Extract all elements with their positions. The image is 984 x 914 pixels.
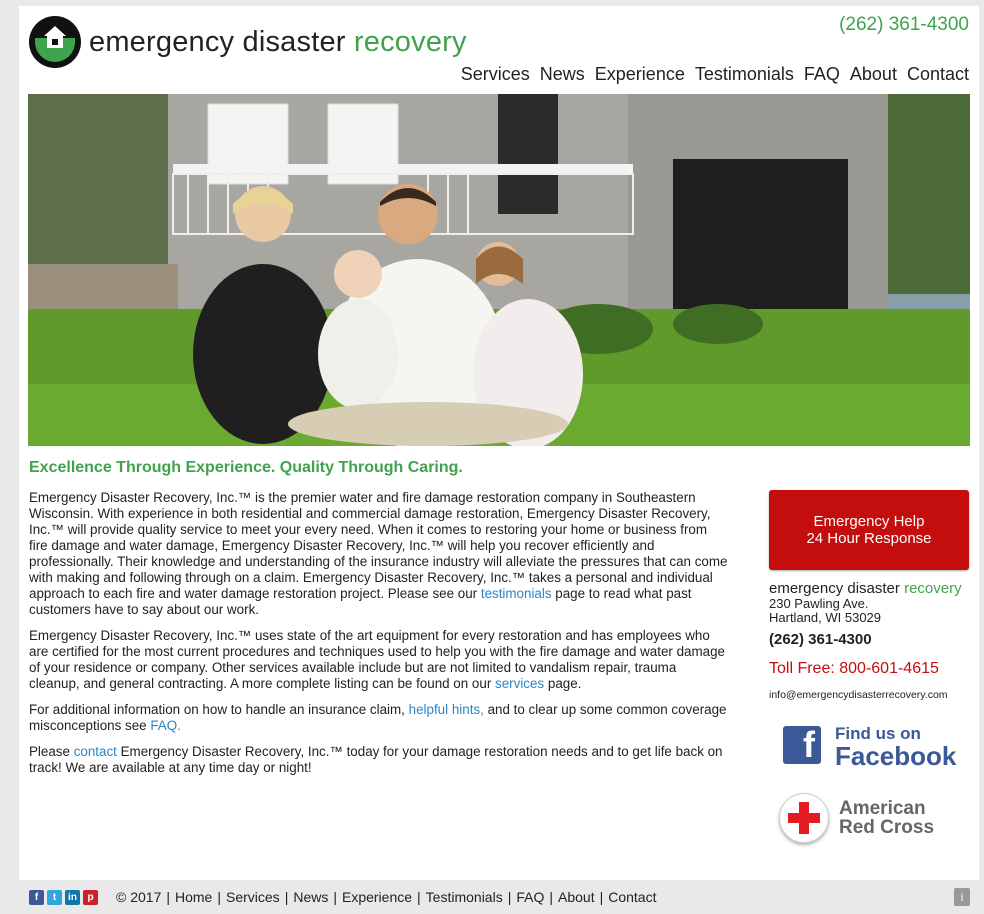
main-nav: Services News Experience Testimonials FA… <box>461 64 969 85</box>
paragraph-insurance: For additional information on how to han… <box>29 702 729 734</box>
footer: f t in p © 2017 | Home | Services | News | Exper… <box>0 880 984 914</box>
testimonials-link[interactable]: testimonials <box>481 586 552 601</box>
header-phone[interactable]: (262) 361-4300 <box>839 14 969 36</box>
footer-link-faq[interactable]: FAQ <box>516 889 544 905</box>
red-cross-badge[interactable]: American Red Cross <box>779 793 969 843</box>
facebook-icon: f <box>783 726 821 764</box>
nav-faq[interactable]: FAQ <box>804 64 840 85</box>
nav-experience[interactable]: Experience <box>595 64 685 85</box>
sidebar-logo-primary: emergency disaster <box>769 580 900 597</box>
logo-text-accent: recovery <box>353 25 467 58</box>
nav-about[interactable]: About <box>850 64 897 85</box>
footer-link-testimonials[interactable]: Testimonials <box>426 889 503 905</box>
corner-badge-icon[interactable]: i <box>954 888 970 906</box>
red-cross-icon <box>779 793 829 843</box>
hero-family-photo <box>28 94 970 446</box>
sidebar: Emergency Help 24 Hour Response emergenc… <box>769 490 969 843</box>
footer-link-contact[interactable]: Contact <box>608 889 656 905</box>
paragraph-equipment-text: Emergency Disaster Recovery, Inc.™ uses … <box>29 628 725 691</box>
paragraph-contact-text: Please <box>29 744 70 759</box>
toll-free-phone[interactable]: Toll Free: 800-601-4615 <box>769 660 969 678</box>
paragraph-insurance-text: For additional information on how to han… <box>29 702 405 717</box>
services-link[interactable]: services <box>495 676 544 691</box>
facebook-text: Find us on Facebook <box>835 723 957 771</box>
nav-services[interactable]: Services <box>461 64 530 85</box>
address-line-2: Hartland, WI 53029 <box>769 610 882 625</box>
emergency-help-line1: Emergency Help <box>813 513 925 530</box>
red-cross-text-line2: Red Cross <box>839 817 935 838</box>
sidebar-phone[interactable]: (262) 361-4300 <box>769 631 969 648</box>
social-icons: f t in p <box>29 890 98 905</box>
main-content: Emergency Disaster Recovery, Inc.™ is th… <box>29 490 729 786</box>
pinterest-icon[interactable]: p <box>83 890 98 905</box>
footer-links: © 2017 | Home | Services | News | Experience | Tes… <box>116 889 657 905</box>
paragraph-contact: Please contact Emergency Disaster Recove… <box>29 744 729 776</box>
logo-text: emergency disaster recovery <box>89 25 467 58</box>
copyright: © 2017 <box>116 889 162 905</box>
footer-link-home[interactable]: Home <box>175 889 212 905</box>
logo-text-primary: emergency disaster <box>89 25 346 58</box>
footer-link-about[interactable]: About <box>558 889 595 905</box>
facebook-text-line2: Facebook <box>835 741 957 771</box>
paragraph-intro-text: Emergency Disaster Recovery, Inc.™ is th… <box>29 490 728 601</box>
page-container: emergency disaster recovery (262) 361-43… <box>19 6 979 880</box>
contact-link[interactable]: contact <box>74 744 117 759</box>
address-line-1: 230 Pawling Ave. <box>769 596 869 611</box>
paragraph-equipment: Emergency Disaster Recovery, Inc.™ uses … <box>29 628 729 692</box>
nav-testimonials[interactable]: Testimonials <box>695 64 794 85</box>
facebook-small-icon[interactable]: f <box>29 890 44 905</box>
paragraph-equipment-end: page. <box>547 676 582 691</box>
site-logo[interactable]: emergency disaster recovery <box>29 16 467 68</box>
faq-link[interactable]: FAQ. <box>150 718 181 733</box>
red-cross-text: American Red Cross <box>839 799 934 837</box>
tagline: Excellence Through Experience. Quality T… <box>29 459 463 476</box>
house-logo-icon <box>29 16 81 68</box>
paragraph-intro: Emergency Disaster Recovery, Inc.™ is th… <box>29 490 729 618</box>
sidebar-logo-accent: recovery <box>904 580 962 597</box>
red-cross-text-line1: American <box>839 798 926 819</box>
emergency-help-button[interactable]: Emergency Help 24 Hour Response <box>769 490 969 570</box>
footer-link-experience[interactable]: Experience <box>342 889 412 905</box>
emergency-help-line2: 24 Hour Response <box>806 530 932 547</box>
paragraph-contact-end: Emergency Disaster Recovery, Inc.™ today… <box>29 744 723 775</box>
footer-link-services[interactable]: Services <box>226 889 280 905</box>
helpful-hints-link[interactable]: helpful hints, <box>409 702 484 717</box>
linkedin-icon[interactable]: in <box>65 890 80 905</box>
nav-contact[interactable]: Contact <box>907 64 969 85</box>
footer-link-news[interactable]: News <box>293 889 328 905</box>
twitter-icon[interactable]: t <box>47 890 62 905</box>
sidebar-company-name: emergency disaster recovery <box>769 580 969 597</box>
email-link[interactable]: info@emergencydisasterrecovery.com <box>769 689 969 701</box>
facebook-badge[interactable]: f Find us on Facebook <box>783 723 969 771</box>
nav-news[interactable]: News <box>540 64 585 85</box>
